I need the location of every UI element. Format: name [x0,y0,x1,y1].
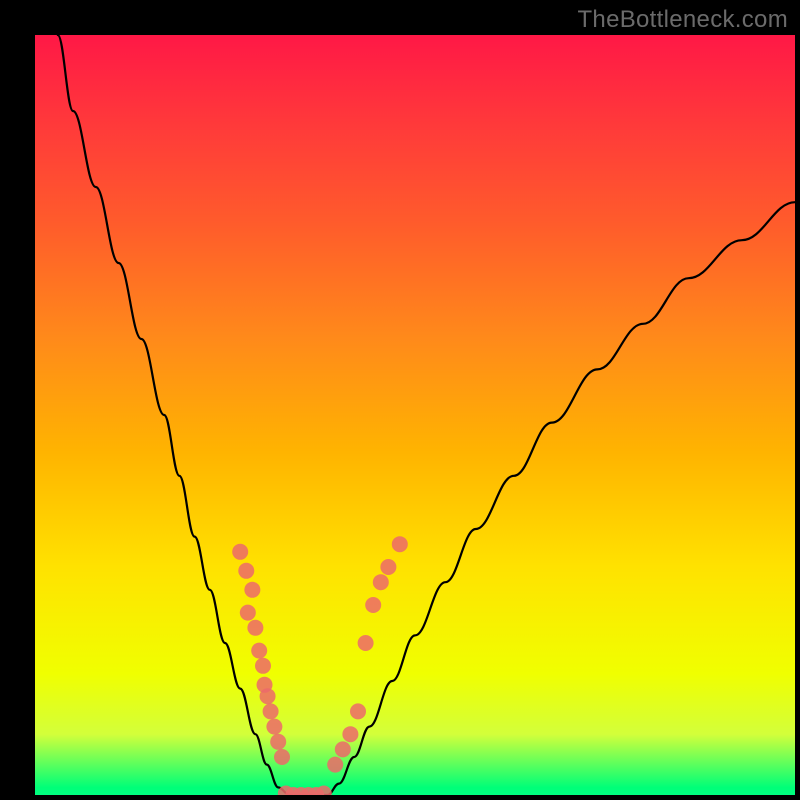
data-point-marker [263,703,279,719]
data-point-marker [335,741,351,757]
data-point-marker [270,734,286,750]
data-point-marker [244,582,260,598]
data-point-marker [392,536,408,552]
series-left-curve [58,35,290,795]
data-point-marker [260,688,276,704]
data-point-marker [342,726,358,742]
data-point-marker [365,597,381,613]
data-point-marker [327,757,343,773]
chart-frame: TheBottleneck.com [0,0,800,800]
data-point-marker [238,563,254,579]
data-point-marker [255,658,271,674]
data-point-marker [358,635,374,651]
data-point-marker [316,785,332,795]
data-point-marker [232,544,248,560]
data-point-marker [380,559,396,575]
data-point-marker [274,749,290,765]
data-point-marker [247,620,263,636]
data-point-marker [266,719,282,735]
data-point-marker [350,703,366,719]
v-curve-chart [35,35,795,795]
plot-area [35,35,795,795]
data-point-marker [373,574,389,590]
watermark-label: TheBottleneck.com [577,6,788,34]
data-point-marker [240,605,256,621]
data-point-marker [251,643,267,659]
series-right-curve [328,202,795,795]
